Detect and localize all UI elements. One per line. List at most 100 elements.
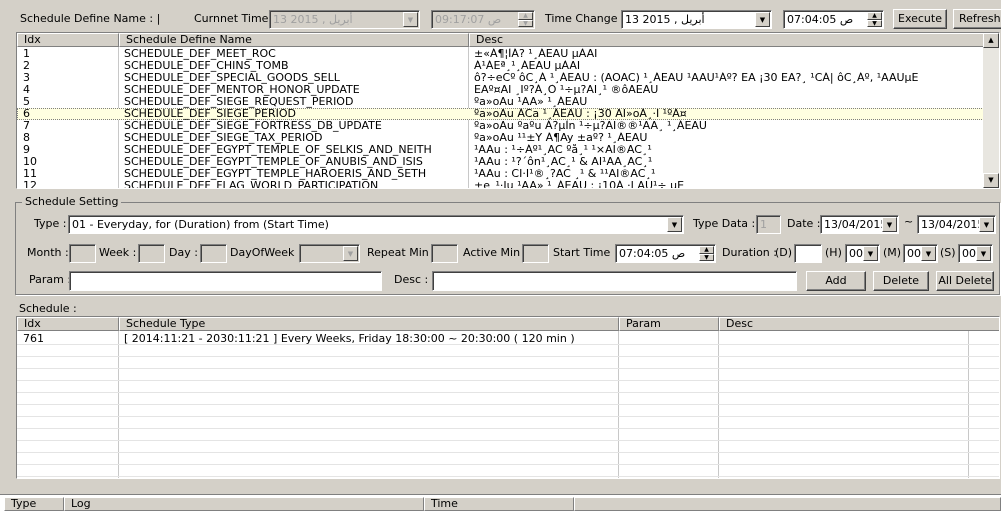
define-list-row[interactable]: 5 SCHEDULE_DEF_SIEGE_REQUEST_PERIOD ºa»oAu… bbox=[17, 96, 984, 108]
current-date-picker: 13 أبريل , 2015 ▼ bbox=[269, 10, 420, 29]
define-list-row[interactable]: 10 SCHEDULE_DEF_EGYPT_TEMPLE_OF_ANUBIS_AN… bbox=[17, 156, 984, 168]
spin-icon[interactable]: ▲ ▼ bbox=[699, 246, 714, 261]
change-time-field[interactable]: 07:04:05 ص ▲ ▼ bbox=[783, 10, 884, 29]
type-value: 01 - Everyday, for (Duration) from (Star… bbox=[72, 218, 329, 231]
current-time-field: 09:17:07 ص ▲ ▼ bbox=[431, 10, 535, 29]
active-min-field bbox=[522, 244, 549, 263]
type-label: Type : bbox=[34, 217, 67, 230]
chevron-down-icon[interactable]: ▼ bbox=[921, 246, 936, 261]
start-time-field[interactable]: 07:04:05 ص ▲ ▼ bbox=[615, 244, 716, 263]
chevron-down-icon[interactable]: ▼ bbox=[755, 12, 770, 27]
chevron-down-icon: ▼ bbox=[343, 246, 358, 261]
row-idx: 9 bbox=[23, 144, 30, 156]
row-define-name: SCHEDULE_DEF_EGYPT_TEMPLE_OF_SELKIS_AND_… bbox=[124, 144, 432, 156]
chevron-down-icon: ▼ bbox=[403, 12, 418, 27]
active-min-label: Active Min : bbox=[463, 246, 528, 259]
minute-value: 00 bbox=[907, 247, 921, 260]
current-time-label: Curnnet Time : bbox=[194, 12, 276, 25]
define-list-row[interactable]: 8 SCHEDULE_DEF_SIEGE_TAX_PERIOD ºa»oAu ¹¹±… bbox=[17, 132, 984, 144]
define-list-row[interactable]: 6 SCHEDULE_DEF_SIEGE_PERIOD ºa»oAu ÁCa ¹¸Á… bbox=[17, 108, 984, 120]
row-idx: 3 bbox=[23, 72, 30, 84]
duration-second-select[interactable]: 00 ▼ bbox=[958, 244, 993, 263]
all-delete-button[interactable]: All Delete bbox=[936, 271, 994, 291]
row-define-name: SCHEDULE_DEF_SIEGE_FORTRESS_DB_UPDATE bbox=[124, 120, 382, 132]
type-data-field: 1 bbox=[756, 215, 781, 234]
schedule-label: Schedule : bbox=[19, 302, 77, 315]
row-define-name: SCHEDULE_DEF_CHINS_TOMB bbox=[124, 60, 289, 72]
define-list-row[interactable]: 12 SCHEDULE_DEF_FLAG_WORLD_PARTICIPATION ±… bbox=[17, 180, 984, 189]
date-from-value: 13/04/2015 bbox=[824, 218, 888, 231]
vertical-scrollbar[interactable]: ▲ ▼ bbox=[983, 33, 999, 188]
day-label: Day : bbox=[169, 246, 198, 259]
column-header-idx[interactable]: Idx bbox=[17, 317, 119, 331]
scroll-up-icon[interactable]: ▲ bbox=[983, 33, 999, 48]
hour-value: 00 bbox=[849, 247, 863, 260]
column-header-define-name[interactable]: Schedule Define Name bbox=[119, 33, 469, 47]
column-header-param[interactable]: Param bbox=[619, 317, 719, 331]
spin-icon: ▲ ▼ bbox=[518, 12, 533, 27]
row-desc: ºa»oAu ¹¹±Y Á¶Ay ±aº? ¹¸ÁEAU bbox=[474, 132, 648, 144]
define-list-row[interactable]: 9 SCHEDULE_DEF_EGYPT_TEMPLE_OF_SELKIS_AND… bbox=[17, 144, 984, 156]
start-time-label: Start Time : bbox=[553, 246, 618, 259]
param-input[interactable] bbox=[69, 271, 382, 291]
chevron-down-icon[interactable]: ▼ bbox=[976, 246, 991, 261]
row-idx: 7 bbox=[23, 120, 30, 132]
column-header-schedule-type[interactable]: Schedule Type bbox=[119, 317, 619, 331]
schedule-define-list[interactable]: Idx Schedule Define Name Desc 1 SCHEDULE_… bbox=[16, 32, 1000, 189]
date-separator: ~ bbox=[904, 215, 914, 228]
column-header-desc[interactable]: Desc bbox=[469, 33, 984, 47]
change-date-picker[interactable]: 13 أبريل , 2015 ▼ bbox=[621, 10, 772, 29]
chevron-down-icon[interactable]: ▼ bbox=[979, 217, 994, 232]
row-idx: 5 bbox=[23, 96, 30, 108]
chevron-down-icon[interactable]: ▼ bbox=[667, 217, 682, 232]
log-column-filler bbox=[574, 497, 1001, 511]
current-time-value: 09:17:07 ص bbox=[435, 13, 502, 26]
define-list-row[interactable]: 3 SCHEDULE_DEF_SPECIAL_GOODS_SELL ô?÷eCº ô… bbox=[17, 72, 984, 84]
row-schedule-type: [ 2014:11:21 - 2030:11:21 ] Every Weeks,… bbox=[124, 333, 575, 345]
scroll-down-icon[interactable]: ▼ bbox=[983, 173, 999, 188]
desc-input[interactable] bbox=[432, 271, 797, 291]
schedule-list[interactable]: Idx Schedule Type Param Desc 761 [ 2014:1… bbox=[16, 316, 1000, 479]
define-list-row[interactable]: 2 SCHEDULE_DEF_CHINS_TOMB Á¹ÁEª¸¹¸ÁEAU µÀA… bbox=[17, 60, 984, 72]
refresh-button[interactable]: Refresh bbox=[953, 9, 1001, 29]
current-date-value: 13 أبريل , 2015 bbox=[273, 13, 353, 26]
param-label: Param : bbox=[29, 273, 72, 286]
row-desc: ±«Á¶¦ÌÁ? ¹¸ÁEAU µÀAI bbox=[474, 48, 598, 60]
duration-d-label: (D) bbox=[775, 246, 793, 259]
row-define-name: SCHEDULE_DEF_EGYPT_TEMPLE_OF_ANUBIS_AND_… bbox=[124, 156, 423, 168]
row-desc: ¹AAu : CI·I¹®¸?AC ¸¹ & ¹¹AI®AC¸¹ bbox=[474, 168, 656, 180]
define-list-row[interactable]: 11 SCHEDULE_DEF_EGYPT_TEMPLE_HAROERIS_AND… bbox=[17, 168, 984, 180]
duration-day-field[interactable] bbox=[794, 244, 822, 263]
dayofweek-label: DayOfWeek : bbox=[230, 246, 302, 259]
define-list-row[interactable]: 1 SCHEDULE_DEF_MEET_ROC ±«Á¶¦ÌÁ? ¹¸ÁEAU µÀ… bbox=[17, 48, 984, 60]
column-header-desc[interactable]: Desc bbox=[719, 317, 999, 331]
desc-label: Desc : bbox=[394, 273, 429, 286]
define-list-row[interactable]: 7 SCHEDULE_DEF_SIEGE_FORTRESS_DB_UPDATE ºa… bbox=[17, 120, 984, 132]
execute-button[interactable]: Execute bbox=[893, 9, 947, 29]
row-desc: ¹AAu : ¹?´ôn¹¸AC¸¹ & AI¹AA¸AC¸¹ bbox=[474, 156, 653, 168]
row-desc: ºa»oAu ºaºu Á?µÌn ¹÷µ?AI®®¹AA¸ ¹¸ÁEAU bbox=[474, 120, 707, 132]
spin-icon[interactable]: ▲ ▼ bbox=[867, 12, 882, 27]
duration-hour-select[interactable]: 00 ▼ bbox=[845, 244, 880, 263]
type-select[interactable]: 01 - Everyday, for (Duration) from (Star… bbox=[68, 215, 684, 234]
row-desc: ¹AAu : ¹÷Áº¹¸AC ºå¸¹ ¹×AI®AC¸¹ bbox=[474, 144, 652, 156]
duration-s-label: (S) bbox=[940, 246, 956, 259]
chevron-down-icon[interactable]: ▼ bbox=[863, 246, 878, 261]
date-from-picker[interactable]: 13/04/2015 ▼ bbox=[820, 215, 899, 234]
schedule-row[interactable]: 761 [ 2014:11:21 - 2030:11:21 ] Every Wee… bbox=[17, 333, 999, 345]
column-header-idx[interactable]: Idx bbox=[17, 33, 119, 47]
repeat-min-field bbox=[431, 244, 458, 263]
duration-label: Duration : bbox=[722, 246, 777, 259]
define-list-row[interactable]: 4 SCHEDULE_DEF_MENTOR_HONOR_UPDATE EAº¤AI … bbox=[17, 84, 984, 96]
delete-button[interactable]: Delete bbox=[873, 271, 929, 291]
row-desc: ô?÷eCº ôC¸Á ¹¸ÁEAU : (AOAC) ¹¸ÁEAU ¹AAU¹… bbox=[474, 72, 919, 84]
log-column-type[interactable]: Type bbox=[4, 497, 64, 511]
row-desc: ±e¸¹·Iu ¹AA» ¹¸ÁEAU : ¡10Á ·I AU¹÷ µE bbox=[474, 180, 685, 189]
date-to-value: 13/04/2015 bbox=[921, 218, 985, 231]
add-button[interactable]: Add bbox=[806, 271, 866, 291]
log-column-time[interactable]: Time bbox=[424, 497, 574, 511]
duration-minute-select[interactable]: 00 ▼ bbox=[903, 244, 938, 263]
date-to-picker[interactable]: 13/04/2015 ▼ bbox=[917, 215, 996, 234]
log-column-log[interactable]: Log bbox=[64, 497, 424, 511]
chevron-down-icon[interactable]: ▼ bbox=[882, 217, 897, 232]
